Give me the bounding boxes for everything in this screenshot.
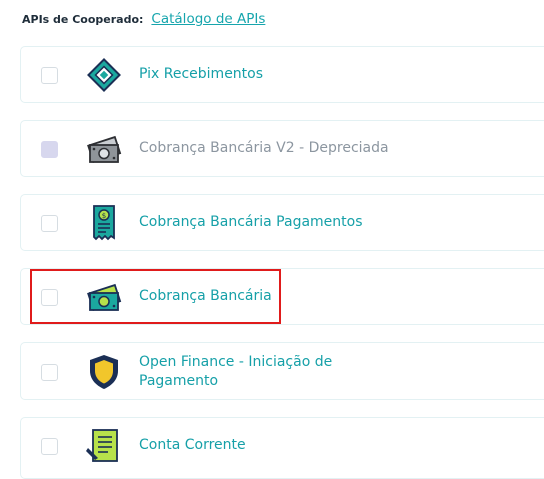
receipt-icon: $	[84, 203, 124, 243]
money-bill-icon	[84, 129, 124, 169]
api-name: Pix Recebimentos	[139, 66, 264, 82]
api-checkbox[interactable]	[41, 364, 58, 381]
api-name: Conta Corrente	[139, 437, 246, 453]
highlight-box	[30, 269, 281, 324]
api-name: Open Finance - Iniciação de Pagamento	[139, 353, 332, 391]
api-section-header: APIs de Cooperado: Catálogo de APIs	[22, 10, 265, 28]
shield-icon	[84, 352, 124, 392]
catalog-link[interactable]: Catálogo de APIs	[151, 11, 265, 27]
api-name-line2: Pagamento	[139, 373, 219, 389]
api-card-pix-recebimentos[interactable]: Pix Recebimentos	[20, 46, 544, 103]
section-label: APIs de Cooperado:	[22, 12, 144, 26]
api-checkbox-disabled	[41, 141, 58, 158]
api-checkbox[interactable]	[41, 438, 58, 455]
api-checkbox[interactable]	[41, 67, 58, 84]
api-name: Cobrança Bancária Pagamentos	[139, 214, 363, 230]
api-checkbox[interactable]	[41, 215, 58, 232]
api-card-open-finance[interactable]: Open Finance - Iniciação de Pagamento	[20, 342, 544, 400]
api-card-cobranca-pagamentos[interactable]: $ Cobrança Bancária Pagamentos	[20, 194, 544, 251]
svg-text:$: $	[102, 212, 106, 220]
notepad-icon	[84, 426, 124, 466]
pix-icon	[84, 55, 124, 95]
api-card-conta-corrente[interactable]: Conta Corrente	[20, 417, 544, 479]
api-name: Cobrança Bancária V2 - Depreciada	[139, 140, 389, 156]
api-name-line1: Open Finance - Iniciação de	[139, 354, 333, 370]
api-card-cobranca-v2: Cobrança Bancária V2 - Depreciada	[20, 120, 544, 177]
